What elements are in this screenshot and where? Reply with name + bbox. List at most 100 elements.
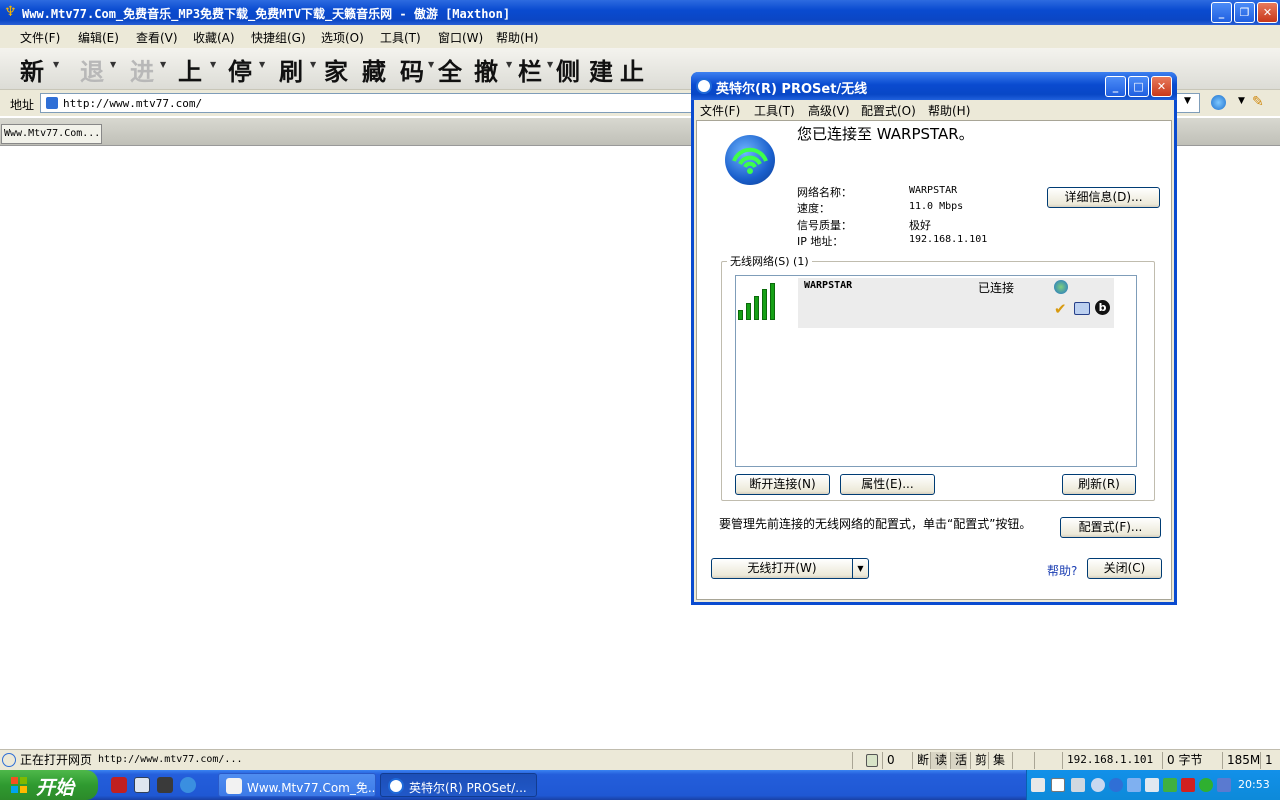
quicklaunch-app-icon[interactable] xyxy=(134,777,150,793)
browser-tab[interactable]: Www.Mtv77.Com... xyxy=(1,124,102,144)
task-browser[interactable]: Www.Mtv77.Com_免... xyxy=(218,773,376,797)
tray-app-icon[interactable] xyxy=(1163,778,1177,792)
info-ip-address: 192.168.1.101 xyxy=(909,234,988,245)
chevron-down-icon[interactable]: ▼ xyxy=(547,60,553,69)
chevron-down-icon[interactable]: ▼ xyxy=(852,559,868,578)
quicklaunch-browser-icon[interactable] xyxy=(180,777,196,793)
dialog-close-button[interactable]: ✕ xyxy=(1151,76,1172,97)
menu-view[interactable]: 查看(V) xyxy=(136,29,178,46)
encoding-button[interactable]: 码 xyxy=(400,52,424,87)
dialog-minimize-button[interactable]: _ xyxy=(1105,76,1126,97)
menu-favorites[interactable]: 收藏(A) xyxy=(193,29,235,46)
network-icon[interactable] xyxy=(1127,778,1141,792)
info-label: 信号质量： xyxy=(797,219,852,232)
favorites-button[interactable]: 藏 xyxy=(362,52,386,87)
menu-file[interactable]: 文件(F) xyxy=(20,29,60,46)
menu-tools[interactable]: 工具(T) xyxy=(380,29,421,46)
chevron-down-icon[interactable]: ▼ xyxy=(110,60,116,69)
mode-read[interactable]: 读 xyxy=(930,752,948,769)
sidebar-button[interactable]: 侧 xyxy=(556,52,580,87)
proset-dialog: 英特尔(R) PROSet/无线 _ □ ✕ 文件(F) 工具(T) 高级(V)… xyxy=(691,72,1177,605)
proset-icon xyxy=(696,78,712,94)
blank-status-cell xyxy=(1034,752,1056,769)
menu-options[interactable]: 选项(O) xyxy=(321,29,364,46)
quicklaunch-app-icon[interactable] xyxy=(111,777,127,793)
device-icon[interactable] xyxy=(1217,778,1231,792)
mode-collect[interactable]: 集 xyxy=(988,752,1005,769)
wireless-icon[interactable] xyxy=(1199,778,1213,792)
connection-status: 您已连接至 WARPSTAR。 xyxy=(797,125,974,143)
halt-button[interactable]: 止 xyxy=(620,52,644,87)
restore-button[interactable]: ❐ xyxy=(1234,2,1255,23)
nav-back-icon[interactable] xyxy=(1091,778,1105,792)
chevron-down-icon[interactable]: ▼ xyxy=(506,60,512,69)
close-button[interactable]: ✕ xyxy=(1257,2,1278,23)
mode-offline[interactable]: 断 xyxy=(912,752,929,769)
chevron-down-icon[interactable]: ▼ xyxy=(1184,96,1191,106)
dialog-title-bar: 英特尔(R) PROSet/无线 _ □ ✕ xyxy=(691,72,1177,100)
address-url[interactable]: http://www.mtv77.com/ xyxy=(63,97,202,110)
tray-app-icon[interactable] xyxy=(1145,778,1159,792)
mode-active[interactable]: 活 xyxy=(950,752,968,769)
pen-icon[interactable]: ✎ xyxy=(1252,94,1264,110)
help-icon[interactable] xyxy=(1051,778,1065,792)
chevron-down-icon[interactable]: ▼ xyxy=(1238,96,1245,106)
dialog-close-action-button[interactable]: 关闭(C) xyxy=(1087,558,1162,579)
keyboard-icon[interactable] xyxy=(1031,778,1045,792)
profiles-button[interactable]: 配置式(F)... xyxy=(1060,517,1161,538)
undo-close-button[interactable]: 撤 xyxy=(474,52,498,87)
wireless-on-button[interactable]: 无线打开(W) ▼ xyxy=(711,558,869,579)
go-globe-icon[interactable] xyxy=(1211,95,1226,110)
info-label: 速度： xyxy=(797,202,830,215)
task-proset-label: 英特尔(R) PROSet/... xyxy=(409,781,527,795)
signal-bar xyxy=(762,289,767,320)
back-button[interactable]: 退 xyxy=(80,52,104,87)
dialog-menu-profiles[interactable]: 配置式(O) xyxy=(861,102,916,119)
task-proset[interactable]: 英特尔(R) PROSet/... xyxy=(380,773,537,797)
network-list[interactable]: WARPSTAR 已连接 ✔ b xyxy=(735,275,1137,467)
menu-window[interactable]: 窗口(W) xyxy=(438,29,483,46)
bars-button[interactable]: 栏 xyxy=(518,52,542,87)
chevron-down-icon[interactable]: ▼ xyxy=(53,60,59,69)
quicklaunch-app-icon[interactable] xyxy=(157,777,173,793)
build-button[interactable]: 建 xyxy=(589,52,613,87)
menu-groups[interactable]: 快捷组(G) xyxy=(251,29,306,46)
trash-icon[interactable] xyxy=(866,754,878,767)
fullscreen-button[interactable]: 全 xyxy=(438,52,462,87)
chevron-down-icon[interactable]: ▼ xyxy=(210,60,216,69)
help-link[interactable]: 帮助? xyxy=(1047,562,1077,579)
dialog-menu-file[interactable]: 文件(F) xyxy=(700,102,740,119)
browser-title-bar: ♆ Www.Mtv77.Com_免费音乐_MP3免费下载_免费MTV下载_天籁音… xyxy=(0,0,1280,25)
antivirus-icon[interactable] xyxy=(1181,778,1195,792)
chevron-down-icon[interactable]: ▼ xyxy=(160,60,166,69)
volume-icon[interactable] xyxy=(1071,778,1085,792)
forward-button[interactable]: 进 xyxy=(130,52,154,87)
dialog-menu-advanced[interactable]: 高级(V) xyxy=(808,102,850,119)
properties-button[interactable]: 属性(E)... xyxy=(840,474,935,495)
home-button[interactable]: 家 xyxy=(324,52,348,87)
dialog-body: 您已连接至 WARPSTAR。 网络名称： WARPSTAR 速度： 11.0 … xyxy=(696,120,1172,600)
chevron-down-icon[interactable]: ▼ xyxy=(259,60,265,69)
status-page: 1 xyxy=(1260,752,1280,769)
details-button[interactable]: 详细信息(D)... xyxy=(1047,187,1160,208)
dialog-menu-help[interactable]: 帮助(H) xyxy=(928,102,970,119)
info-label: 网络名称： xyxy=(797,186,852,199)
chevron-down-icon[interactable]: ▼ xyxy=(428,60,434,69)
refresh-button[interactable]: 刷 xyxy=(279,52,303,87)
chevron-down-icon[interactable]: ▼ xyxy=(310,60,316,69)
disconnect-button[interactable]: 断开连接(N) xyxy=(735,474,830,495)
dialog-menu-tools[interactable]: 工具(T) xyxy=(754,102,795,119)
mode-clip[interactable]: 剪 xyxy=(970,752,987,769)
signal-bar xyxy=(746,303,751,320)
stop-button[interactable]: 停 xyxy=(228,52,252,87)
menu-edit[interactable]: 编辑(E) xyxy=(78,29,119,46)
menu-help[interactable]: 帮助(H) xyxy=(496,29,538,46)
start-button[interactable]: 开始 xyxy=(0,770,98,800)
dialog-maximize-button[interactable]: □ xyxy=(1128,76,1149,97)
messenger-icon[interactable] xyxy=(1109,778,1123,792)
minimize-button[interactable]: _ xyxy=(1211,2,1232,23)
up-button[interactable]: 上 xyxy=(178,52,202,87)
refresh-list-button[interactable]: 刷新(R) xyxy=(1062,474,1136,495)
new-tab-button[interactable]: 新 xyxy=(20,52,44,87)
signal-bar xyxy=(770,283,775,320)
